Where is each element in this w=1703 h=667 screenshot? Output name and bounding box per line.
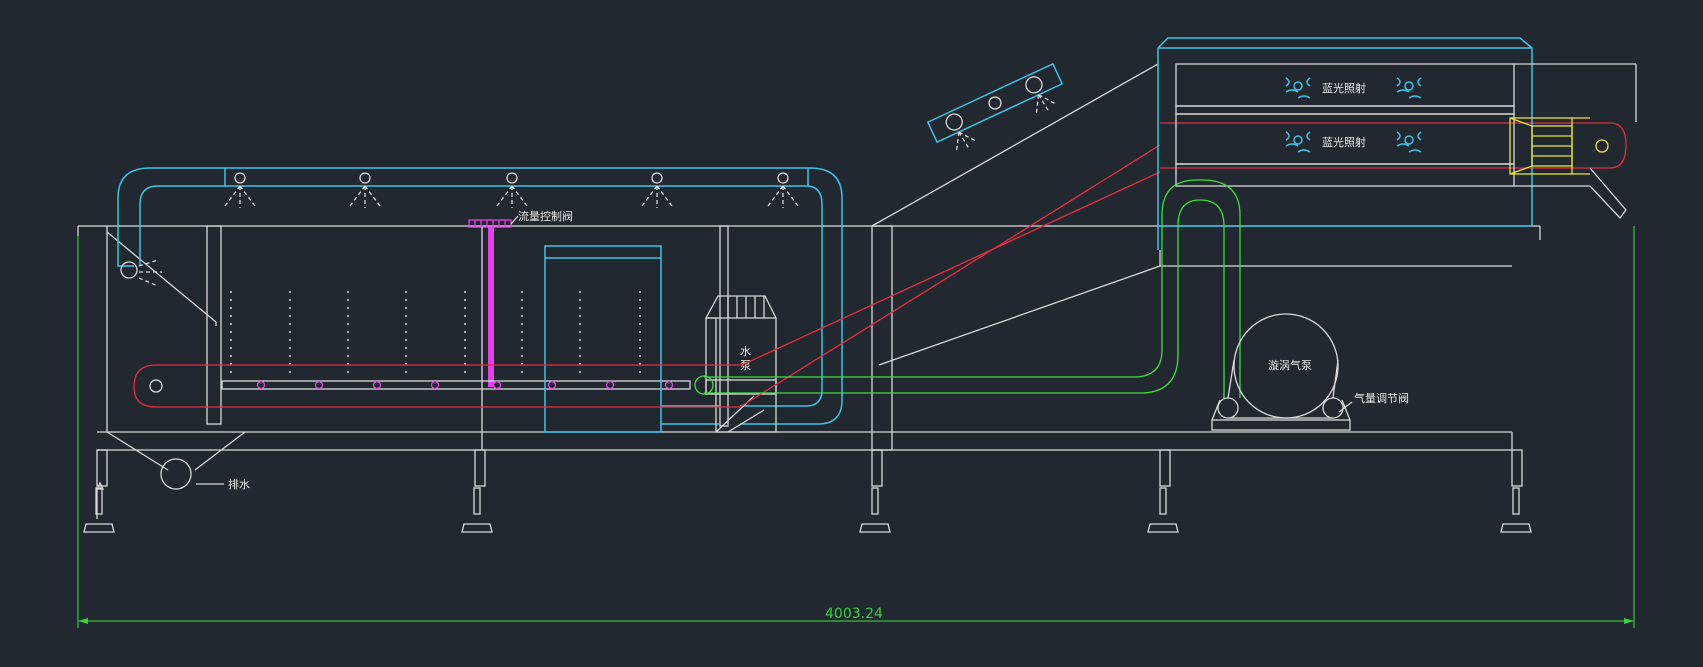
bubble-dot xyxy=(289,299,291,301)
bubble-dot xyxy=(639,323,641,325)
bubble-dot xyxy=(639,355,641,357)
blue-light-label-1: 蓝光照射 xyxy=(1322,81,1366,95)
bubble-dot xyxy=(289,355,291,357)
bubble-dot xyxy=(521,307,523,309)
bubble-dot xyxy=(521,331,523,333)
bubble-dot xyxy=(347,299,349,301)
bubble-dot xyxy=(464,331,466,333)
bubble-dot xyxy=(639,299,641,301)
bubble-dot xyxy=(464,291,466,293)
bubble-dot xyxy=(639,331,641,333)
bubble-dot xyxy=(639,371,641,373)
bubble-dot xyxy=(521,355,523,357)
bubble-dot xyxy=(289,307,291,309)
air-adjust-valve-label: 气量调节阀 xyxy=(1354,391,1409,405)
bubble-dot xyxy=(347,339,349,341)
bubble-dot xyxy=(521,315,523,317)
bubble-dot xyxy=(464,355,466,357)
bubble-dot xyxy=(289,291,291,293)
bubble-dot xyxy=(405,339,407,341)
bubble-dot xyxy=(521,347,523,349)
bubble-dot xyxy=(230,339,232,341)
bubble-dot xyxy=(230,371,232,373)
bubble-dot xyxy=(464,347,466,349)
bubble-dot xyxy=(521,339,523,341)
bubble-dot xyxy=(579,315,581,317)
bubble-dot xyxy=(347,323,349,325)
bubble-dot xyxy=(347,291,349,293)
bubble-dot xyxy=(405,347,407,349)
bubble-dot xyxy=(347,371,349,373)
bubble-dot xyxy=(579,323,581,325)
bubble-dot xyxy=(405,331,407,333)
bubble-dot xyxy=(230,299,232,301)
bubble-dot xyxy=(289,315,291,317)
bubble-dot xyxy=(405,355,407,357)
bubble-dot xyxy=(347,355,349,357)
blue-light-label-2: 蓝光照射 xyxy=(1322,135,1366,149)
bubble-dot xyxy=(464,315,466,317)
bubble-dot xyxy=(405,291,407,293)
bubble-dot xyxy=(230,347,232,349)
bubble-dot xyxy=(230,315,232,317)
bubble-dot xyxy=(521,371,523,373)
bubble-dot xyxy=(405,323,407,325)
bubble-dot xyxy=(521,299,523,301)
bubble-dot xyxy=(579,307,581,309)
bubble-dot xyxy=(639,307,641,309)
bubble-dot xyxy=(230,323,232,325)
bubble-dot xyxy=(521,291,523,293)
bubble-dot xyxy=(230,307,232,309)
bubble-dot xyxy=(230,331,232,333)
bubble-dot xyxy=(579,331,581,333)
bubble-dot xyxy=(579,355,581,357)
flow-control-valve-label: 流量控制阀 xyxy=(518,209,573,223)
bubble-dot xyxy=(464,371,466,373)
bubble-dot xyxy=(639,347,641,349)
bubble-dot xyxy=(289,331,291,333)
bubble-dot xyxy=(289,339,291,341)
bubble-dot xyxy=(347,347,349,349)
drain-label: 排水 xyxy=(228,477,250,491)
bubble-dot xyxy=(464,299,466,301)
water-pump-label-1: 水 xyxy=(740,345,751,358)
bubble-dot xyxy=(405,299,407,301)
bubble-dot xyxy=(639,291,641,293)
bubble-dot xyxy=(347,331,349,333)
bubble-dot xyxy=(464,323,466,325)
bubble-dot xyxy=(579,299,581,301)
bubble-dot xyxy=(579,339,581,341)
bubble-dot xyxy=(639,339,641,341)
bubble-dot xyxy=(347,307,349,309)
vortex-air-pump-label: 漩涡气泵 xyxy=(1268,358,1312,372)
bubble-dot xyxy=(579,371,581,373)
bubble-dot xyxy=(289,371,291,373)
bubble-dot xyxy=(464,339,466,341)
drawing-background xyxy=(0,0,1703,667)
bubble-dot xyxy=(289,323,291,325)
bubble-dot xyxy=(230,291,232,293)
bubble-dot xyxy=(579,347,581,349)
overall-length-label: 4003.24 xyxy=(825,606,883,622)
bubble-dot xyxy=(464,307,466,309)
bubble-dot xyxy=(405,371,407,373)
bubble-dot xyxy=(639,315,641,317)
bubble-dot xyxy=(289,347,291,349)
equipment-drawing: 流量控制阀 水 泵 蓝光照射 蓝光照射 漩涡气泵 气量调节阀 排水 4003.2… xyxy=(0,0,1703,667)
bubble-dot xyxy=(405,307,407,309)
bubble-dot xyxy=(230,355,232,357)
bubble-dot xyxy=(347,315,349,317)
bubble-dot xyxy=(579,291,581,293)
bubble-dot xyxy=(405,315,407,317)
bubble-dot xyxy=(521,323,523,325)
